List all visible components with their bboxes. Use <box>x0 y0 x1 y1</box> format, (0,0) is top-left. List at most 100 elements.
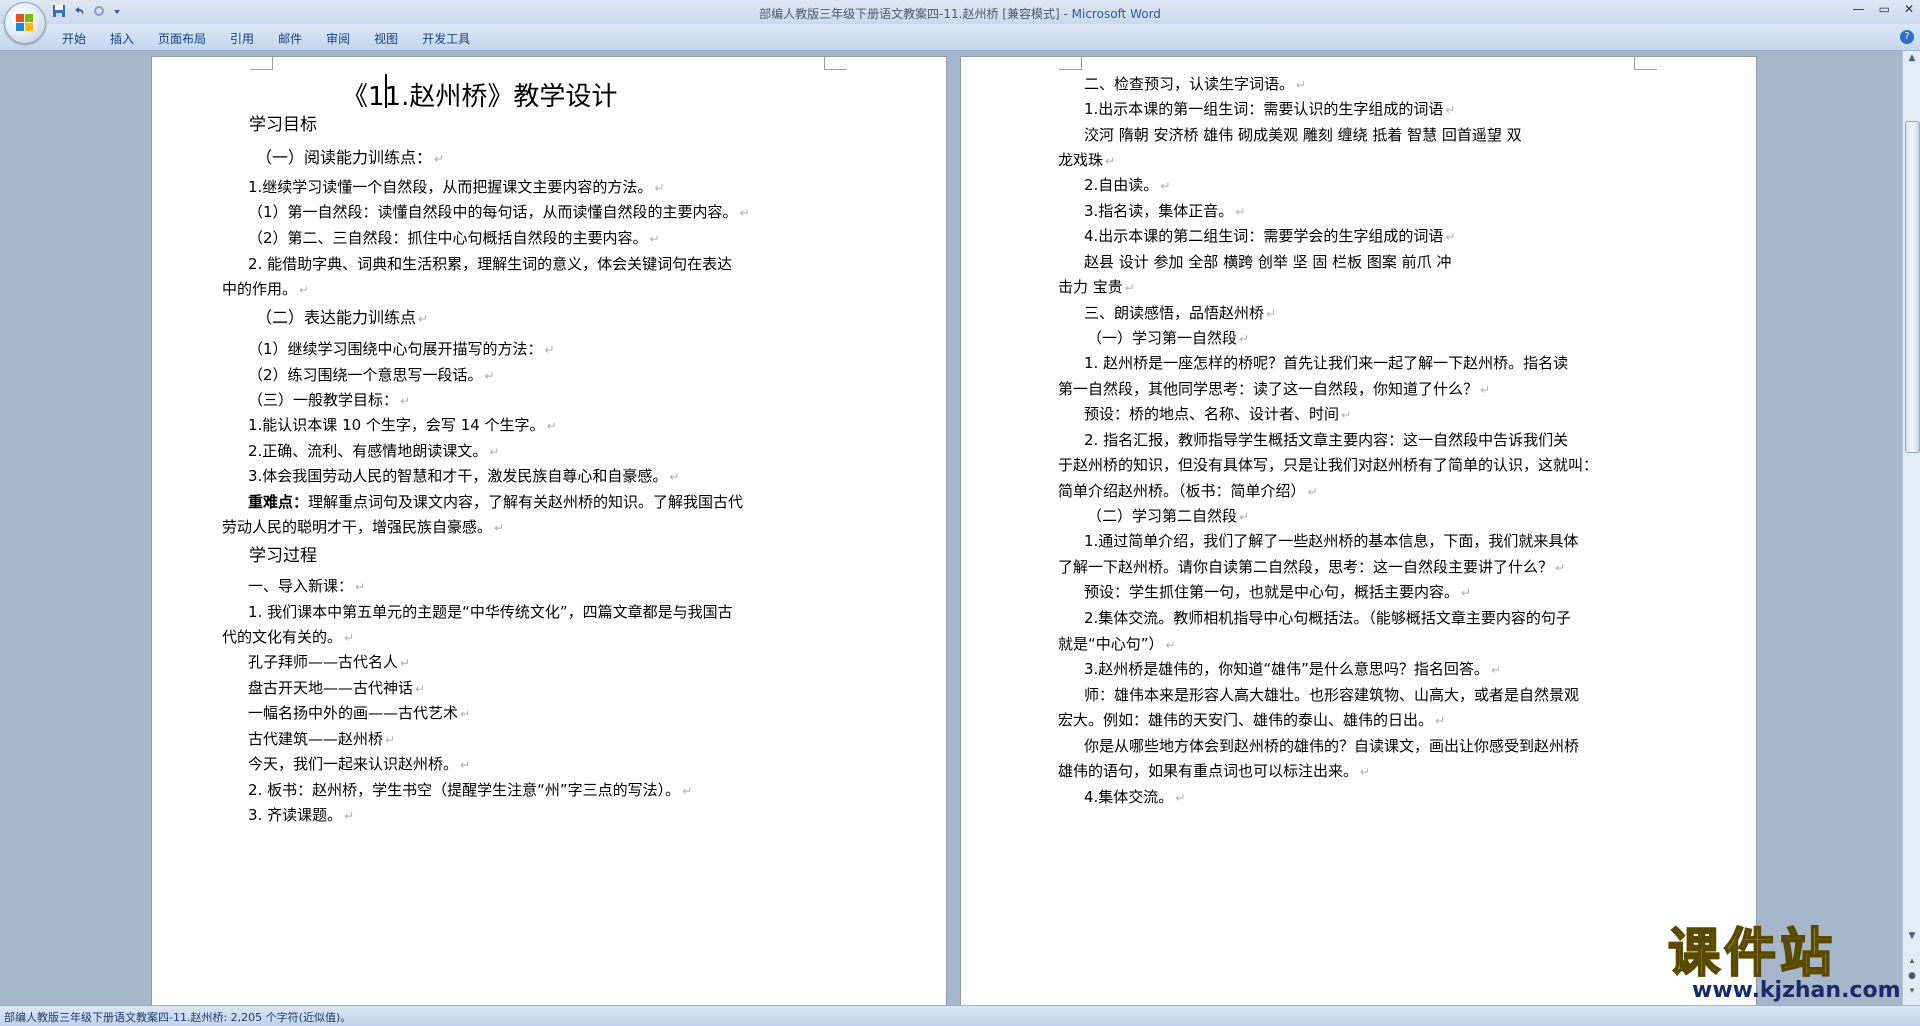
line-text: 击力 宝贵 <box>1058 278 1123 296</box>
section-heading: 学习过程 <box>249 546 317 566</box>
text-line: 1.继续学习读懂一个自然段，从而把握课文主要内容的方法。 ↵ <box>248 177 664 198</box>
line-text: 1. 赵州桥是一座怎样的桥呢？首先让我们来一起了解一下赵州桥。指名读 <box>1084 354 1569 372</box>
paragraph-mark-icon: ↵ <box>1445 230 1456 244</box>
line-text: 洨河 隋朝 安济桥 雄伟 砌成美观 雕刻 缠绕 抵着 智慧 回首遥望 双 <box>1084 126 1522 144</box>
paragraph-mark-icon: ↵ <box>1266 307 1277 321</box>
text-line: 第一自然段，其他同学思考：读了这一自然段，你知道了什么？ ↵ <box>1058 379 1490 400</box>
tab-developer[interactable]: 开发工具 <box>410 28 482 49</box>
paragraph-mark-icon: ↵ <box>418 312 429 326</box>
paragraph-mark-icon: ↵ <box>355 580 366 594</box>
scroll-thumb[interactable] <box>1905 121 1920 453</box>
paragraph-mark-icon: ↵ <box>434 152 445 166</box>
document-name: 部编人教版三年级下册语文教案四-11.赵州桥 [兼容模式] - <box>759 7 1072 21</box>
line-text: 三、朗读感悟，品悟赵州桥 <box>1084 304 1265 322</box>
maximize-button[interactable]: ▭ <box>1879 2 1890 16</box>
text-line: （2）第二、三自然段：抓住中心句概括自然段的主要内容。 ↵ <box>248 228 660 249</box>
document-title: 《11.赵州桥》教学设计 <box>342 80 617 114</box>
page-left[interactable]: 《11.赵州桥》教学设计 学习目标 （一）阅读能力训练点： ↵ 1.继续学习读懂一个自然… <box>152 57 946 1005</box>
text-line: 3.赵州桥是雄伟的，你知道“雄伟”是什么意思吗？指名回答。 ↵ <box>1084 659 1501 680</box>
text-line: （三）一般教学目标： ↵ <box>248 390 410 411</box>
line-text: 3.指名读，集体正音。 <box>1084 202 1234 220</box>
site-watermark: 课件站 www.kjzhan.com <box>1667 924 1904 1003</box>
next-page-icon[interactable]: ▾ <box>1906 986 1918 998</box>
line-text: 了解一下赵州桥。请你自读第二自然段，思考：这一自然段主要讲了什么？ <box>1058 558 1554 576</box>
line-text: （二）学习第二自然段 <box>1087 507 1238 525</box>
text-line: 2. 板书：赵州桥，学生书空（提醒学生注意“州”字三点的写法）。 ↵ <box>248 780 692 801</box>
line-text: 1.继续学习读懂一个自然段，从而把握课文主要内容的方法。 <box>248 178 653 196</box>
scroll-down-icon[interactable]: ▼ <box>1906 931 1918 943</box>
tab-home[interactable]: 开始 <box>50 28 98 49</box>
line-text: 理解重点词句及课文内容，了解有关赵州桥的知识。了解我国古代 <box>308 493 744 511</box>
title-bar: 部编人教版三年级下册语文教案四-11.赵州桥 [兼容模式] - Microsof… <box>0 0 1920 24</box>
line-text: 赵县 设计 参加 全部 横跨 创举 坚 固 栏板 图案 前爪 冲 <box>1084 253 1452 271</box>
text-line: 盘古开天地——古代神话 ↵ <box>248 678 425 699</box>
text-line: 中的作用。 ↵ <box>222 279 309 300</box>
paragraph-mark-icon: ↵ <box>1160 179 1171 193</box>
ribbon-tabs-bar: 开始 插入 页面布局 引用 邮件 审阅 视图 开发工具 ? <box>0 24 1920 51</box>
line-text: 1.通过简单介绍，我们了解了一些赵州桥的基本信息，下面，我们就来具体 <box>1084 532 1579 550</box>
scroll-up-icon[interactable]: ▲ <box>1906 53 1918 65</box>
line-text: 3. 齐读课题。 <box>248 806 343 824</box>
paragraph-mark-icon: ↵ <box>1435 714 1446 728</box>
text-line: 4.出示本课的第二组生词：需要学会的生字组成的词语 ↵ <box>1084 226 1455 247</box>
tab-insert[interactable]: 插入 <box>98 28 146 49</box>
paragraph-mark-icon: ↵ <box>415 682 426 696</box>
margin-corner <box>1634 57 1657 70</box>
section-heading: 学习目标 <box>249 115 317 135</box>
paragraph-mark-icon: ↵ <box>669 470 680 484</box>
margin-corner <box>1059 57 1082 70</box>
line-text: （二）表达能力训练点 <box>256 308 417 327</box>
line-text: 简单介绍赵州桥。（板书：简单介绍） <box>1058 482 1306 500</box>
line-text: 今天，我们一起来认识赵州桥。 <box>248 755 459 773</box>
paragraph-mark-icon: ↵ <box>1239 510 1250 524</box>
tab-view[interactable]: 视图 <box>362 28 410 49</box>
page-right[interactable]: 二、检查预习，认读生字词语。 ↵ 1.出示本课的第一组生词：需要认识的生字组成的词语… <box>961 57 1756 1005</box>
vertical-scrollbar[interactable]: ▲ ▼ ▴ ● ▾ <box>1902 51 1920 1005</box>
text-line: 于赵州桥的知识，但没有具体写，只是让我们对赵州桥有了简单的认识，这就叫： <box>1058 455 1598 475</box>
previous-page-icon[interactable]: ▴ <box>1906 956 1918 968</box>
text-line: 预设：桥的地点、名称、设计者、时间 ↵ <box>1084 404 1351 425</box>
tab-mailings[interactable]: 邮件 <box>266 28 314 49</box>
office-button[interactable] <box>4 2 46 44</box>
paragraph-mark-icon: ↵ <box>344 631 355 645</box>
line-text: 中的作用。 <box>222 280 298 298</box>
close-button[interactable]: ✕ <box>1904 2 1914 16</box>
line-text: 预设：桥的地点、名称、设计者、时间 <box>1084 405 1340 423</box>
text-line: 龙戏珠 ↵ <box>1058 150 1115 171</box>
margin-corner <box>250 57 273 70</box>
text-line: 1. 赵州桥是一座怎样的桥呢？首先让我们来一起了解一下赵州桥。指名读 <box>1084 353 1568 373</box>
text-line: （1）第一自然段：读懂自然段中的每句话，从而读懂自然段的主要内容。 ↵ <box>248 202 750 223</box>
line-text: 4.集体交流。 <box>1084 788 1174 806</box>
paragraph-mark-icon: ↵ <box>1341 408 1352 422</box>
tab-review[interactable]: 审阅 <box>314 28 362 49</box>
line-text: 就是“中心句”） <box>1058 635 1164 653</box>
line-text: 2. 能借助字典、词典和生活积累，理解生词的意义，体会关键词句在表达 <box>248 255 733 273</box>
line-text: 2.自由读。 <box>1084 176 1159 194</box>
line-text: 1.出示本课的第一组生词：需要认识的生字组成的词语 <box>1084 100 1444 118</box>
text-line: 1.出示本课的第一组生词：需要认识的生字组成的词语 ↵ <box>1084 99 1455 120</box>
line-text: 宏大。例如：雄伟的天安门、雄伟的泰山、雄伟的日出。 <box>1058 711 1434 729</box>
margin-corner <box>824 57 847 70</box>
paragraph-mark-icon: ↵ <box>494 521 505 535</box>
line-text: 劳动人民的聪明才干，增强民族自豪感。 <box>222 518 493 536</box>
help-icon[interactable]: ? <box>1900 30 1914 44</box>
text-line: 1.通过简单介绍，我们了解了一些赵州桥的基本信息，下面，我们就来具体 <box>1084 531 1578 551</box>
line-text: （一）学习第一自然段 <box>1087 329 1238 347</box>
text-line: 一幅名扬中外的画——古代艺术 ↵ <box>248 703 470 724</box>
line-text: 第一自然段，其他同学思考：读了这一自然段，你知道了什么？ <box>1058 380 1479 398</box>
line-text: 3.赵州桥是雄伟的，你知道“雄伟”是什么意思吗？指名回答。 <box>1084 660 1489 678</box>
minimize-button[interactable]: — <box>1853 2 1865 16</box>
paragraph-mark-icon: ↵ <box>1307 485 1318 499</box>
text-line: 4.集体交流。 ↵ <box>1084 787 1185 808</box>
text-line: 了解一下赵州桥。请你自读第二自然段，思考：这一自然段主要讲了什么？ ↵ <box>1058 557 1565 578</box>
paragraph-mark-icon: ↵ <box>1555 561 1566 575</box>
line-text: （2）第二、三自然段：抓住中心句概括自然段的主要内容。 <box>248 229 648 247</box>
paragraph-mark-icon: ↵ <box>649 232 660 246</box>
line-text: 雄伟的语句，如果有重点词也可以标注出来。 <box>1058 762 1359 780</box>
text-line: 简单介绍赵州桥。（板书：简单介绍） ↵ <box>1058 481 1318 502</box>
tab-page-layout[interactable]: 页面布局 <box>146 28 218 49</box>
paragraph-mark-icon: ↵ <box>1165 638 1176 652</box>
select-browse-object-icon[interactable]: ● <box>1906 971 1918 983</box>
line-text: （1）继续学习围绕中心句展开描写的方法： <box>248 340 543 358</box>
tab-references[interactable]: 引用 <box>218 28 266 49</box>
